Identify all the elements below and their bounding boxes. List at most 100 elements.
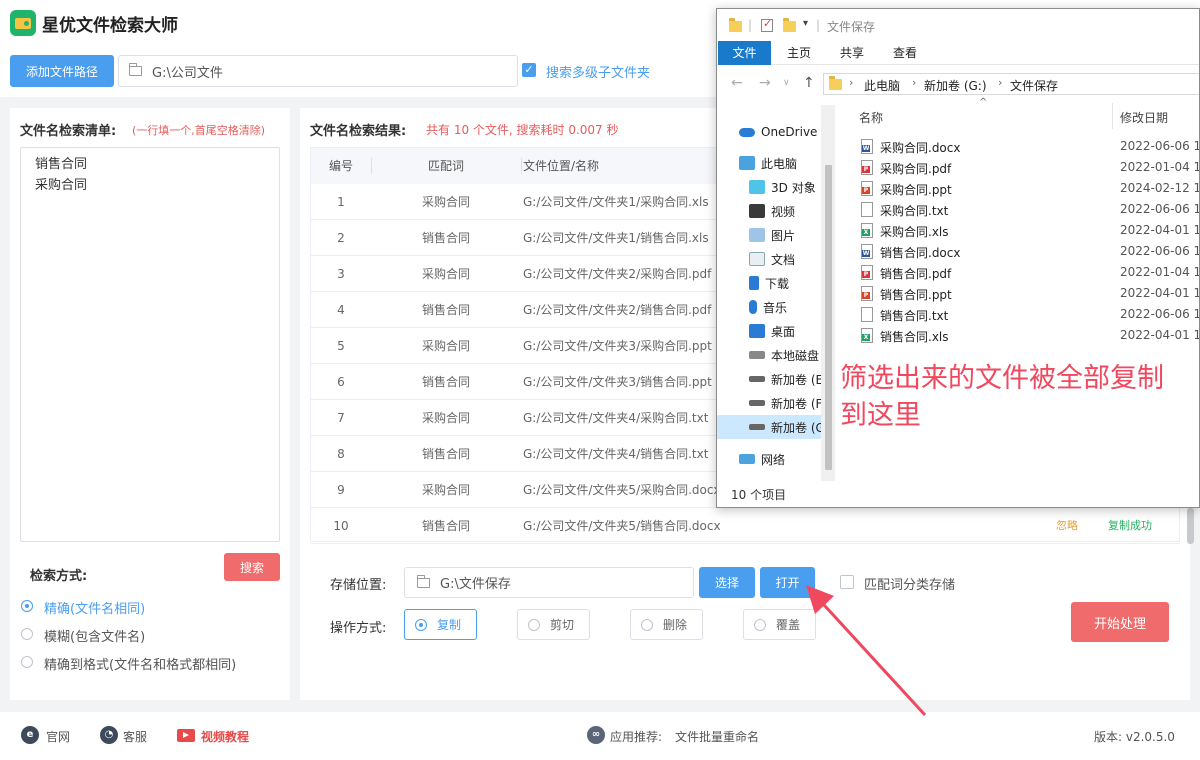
xls-file-icon: X [861, 328, 873, 343]
breadcrumb-separator: › [849, 76, 854, 89]
nav-item-7[interactable]: 音乐 [717, 295, 821, 319]
row-index: 4 [337, 303, 345, 317]
column-header-date[interactable]: 修改日期 [1120, 109, 1168, 126]
nav-item-label: 3D 对象 [771, 180, 816, 195]
row-status-copy: 复制成功 [1108, 519, 1152, 532]
video-tutorial-link[interactable]: 视频教程 [201, 728, 249, 745]
video-tutorial-icon[interactable] [177, 729, 195, 742]
ribbon-tab-view[interactable]: 查看 [893, 41, 917, 65]
file-row[interactable]: P 销售合同.ppt 2022-04-01 16 [857, 283, 1200, 304]
breadcrumb-this-pc[interactable]: 此电脑 [864, 77, 900, 94]
nav-item-10[interactable]: 新加卷 (E [717, 367, 821, 391]
video-icon [749, 204, 765, 218]
forward-arrow-icon[interactable]: → [759, 75, 771, 91]
website-link[interactable]: 官网 [46, 728, 70, 745]
recent-dropdown-icon[interactable]: ∨ [783, 78, 790, 88]
file-date: 2022-06-06 14 [1120, 244, 1200, 258]
search-mode-radio-exact[interactable] [21, 600, 33, 612]
nav-item-2[interactable]: 3D 对象 [717, 175, 821, 199]
ribbon-tab-home[interactable]: 主页 [787, 41, 811, 65]
nav-item-4[interactable]: 图片 [717, 223, 821, 247]
column-divider[interactable] [1112, 103, 1113, 129]
nav-item-11[interactable]: 新加卷 (F [717, 391, 821, 415]
ribbon-tab-share[interactable]: 共享 [840, 41, 864, 65]
website-icon[interactable]: e [21, 726, 39, 744]
file-row[interactable]: 采购合同.txt 2022-06-06 14 [857, 199, 1199, 220]
search-mode-label-exact[interactable]: 精确(文件名相同) [44, 598, 145, 617]
operation-delete-label: 删除 [663, 618, 688, 632]
file-row[interactable]: 销售合同.txt 2022-06-06 14 [857, 304, 1199, 325]
properties-icon[interactable] [761, 17, 773, 32]
3d-objects-icon [749, 180, 765, 194]
subfolder-checkbox[interactable]: ✓ [522, 63, 536, 77]
table-row[interactable]: 10 销售合同 G:/公司文件/文件夹5/销售合同.docx 忽略 复制成功 [311, 508, 1179, 544]
nav-item-0[interactable]: OneDrive [717, 120, 821, 144]
breadcrumb-folder[interactable]: 文件保存 [1010, 77, 1058, 94]
nav-item-13[interactable]: 网络 [717, 447, 821, 471]
storage-label: 存储位置: [330, 578, 387, 593]
column-header-name[interactable]: 名称 [859, 109, 883, 126]
up-arrow-icon[interactable]: ↑ [803, 75, 815, 91]
nav-item-3[interactable]: 视频 [717, 199, 821, 223]
recommend-link[interactable]: 文件批量重命名 [675, 728, 759, 745]
file-row[interactable]: X 采购合同.xls 2022-04-01 16 [857, 220, 1199, 241]
link-icon: ∞ [587, 726, 605, 744]
breadcrumb-separator: › [998, 76, 1003, 89]
operation-copy-option[interactable]: 复制 [404, 609, 477, 640]
file-row[interactable]: P 销售合同.pdf 2022-01-04 15 [857, 262, 1199, 283]
breadcrumb-drive-g[interactable]: 新加卷 (G:) [924, 77, 987, 94]
ribbon-tab-file[interactable]: 文件 [718, 41, 771, 65]
nav-item-8[interactable]: 桌面 [717, 319, 821, 343]
version-label: 版本: v2.0.5.0 [1094, 730, 1175, 744]
back-arrow-icon[interactable]: ← [731, 75, 743, 91]
drive-icon [749, 400, 765, 406]
choose-folder-button[interactable]: 选择 [699, 567, 755, 598]
subfolder-label[interactable]: 搜索多级子文件夹 [546, 62, 650, 81]
app-logo-icon [10, 10, 36, 36]
file-row[interactable]: X 销售合同.xls 2022-04-01 16 [857, 325, 1199, 346]
nav-item-label: 本地磁盘 [771, 348, 820, 363]
app-title: 星优文件检索大师 [42, 16, 178, 36]
source-path-input[interactable]: G:\公司文件 [118, 55, 518, 87]
service-icon[interactable]: ◔ [100, 726, 118, 744]
row-path: G:/公司文件/文件夹5/销售合同.docx [523, 519, 721, 533]
start-process-button[interactable]: 开始处理 [1071, 602, 1169, 642]
results-scrollbar[interactable] [1187, 508, 1194, 544]
quick-access-dropdown-icon[interactable]: ▾ [803, 18, 808, 29]
row-index: 1 [337, 195, 345, 209]
navigation-scroll-thumb[interactable] [825, 165, 832, 470]
file-row[interactable]: P 采购合同.pdf 2022-01-04 15 [857, 157, 1200, 178]
row-keyword: 销售合同 [421, 231, 470, 245]
nav-item-12[interactable]: 新加卷 (G [717, 415, 821, 439]
nav-item-6[interactable]: 下载 [717, 271, 821, 295]
search-button[interactable]: 搜索 [224, 553, 280, 581]
file-date: 2022-01-04 15 [1120, 160, 1200, 174]
column-header-keyword: 匹配词 [427, 159, 464, 173]
new-folder-icon[interactable] [783, 18, 796, 32]
address-bar[interactable]: › 此电脑 › 新加卷 (G:) › 文件保存 [823, 73, 1199, 95]
search-mode-radio-format[interactable] [21, 656, 33, 668]
explorer-titlebar[interactable]: | ▾ | 文件保存 [717, 9, 1199, 41]
file-row[interactable]: W 销售合同.docx 2022-06-06 14 [857, 241, 1200, 262]
operation-cut-option[interactable]: 剪切 [517, 609, 590, 640]
nav-item-label: 网络 [761, 452, 786, 467]
search-mode-label-fuzzy[interactable]: 模糊(包含文件名) [44, 626, 145, 645]
storage-path-input[interactable]: G:\文件保存 [404, 567, 694, 598]
operation-delete-option[interactable]: 删除 [630, 609, 703, 640]
row-index: 6 [337, 375, 345, 389]
nav-item-1[interactable]: 此电脑 [717, 151, 821, 175]
navigation-scrollbar[interactable] [821, 105, 835, 481]
file-row[interactable]: P 采购合同.ppt 2024-02-12 12 [857, 178, 1199, 199]
nav-item-9[interactable]: 本地磁盘 [717, 343, 821, 367]
row-keyword: 采购合同 [421, 195, 470, 209]
document-icon [749, 252, 765, 266]
file-date: 2022-04-01 16 [1120, 286, 1200, 300]
keyword-textarea[interactable]: 销售合同 采购合同 [20, 147, 280, 542]
nav-item-5[interactable]: 文档 [717, 247, 821, 271]
add-file-path-button[interactable]: 添加文件路径 [10, 55, 114, 87]
service-link[interactable]: 客服 [123, 728, 147, 745]
search-mode-radio-fuzzy[interactable] [21, 628, 33, 640]
breadcrumb-separator: › [912, 76, 917, 89]
file-row[interactable]: W 采购合同.docx 2022-06-06 14 [857, 136, 1199, 157]
search-mode-label-format[interactable]: 精确到格式(文件名和格式都相同) [44, 654, 236, 673]
